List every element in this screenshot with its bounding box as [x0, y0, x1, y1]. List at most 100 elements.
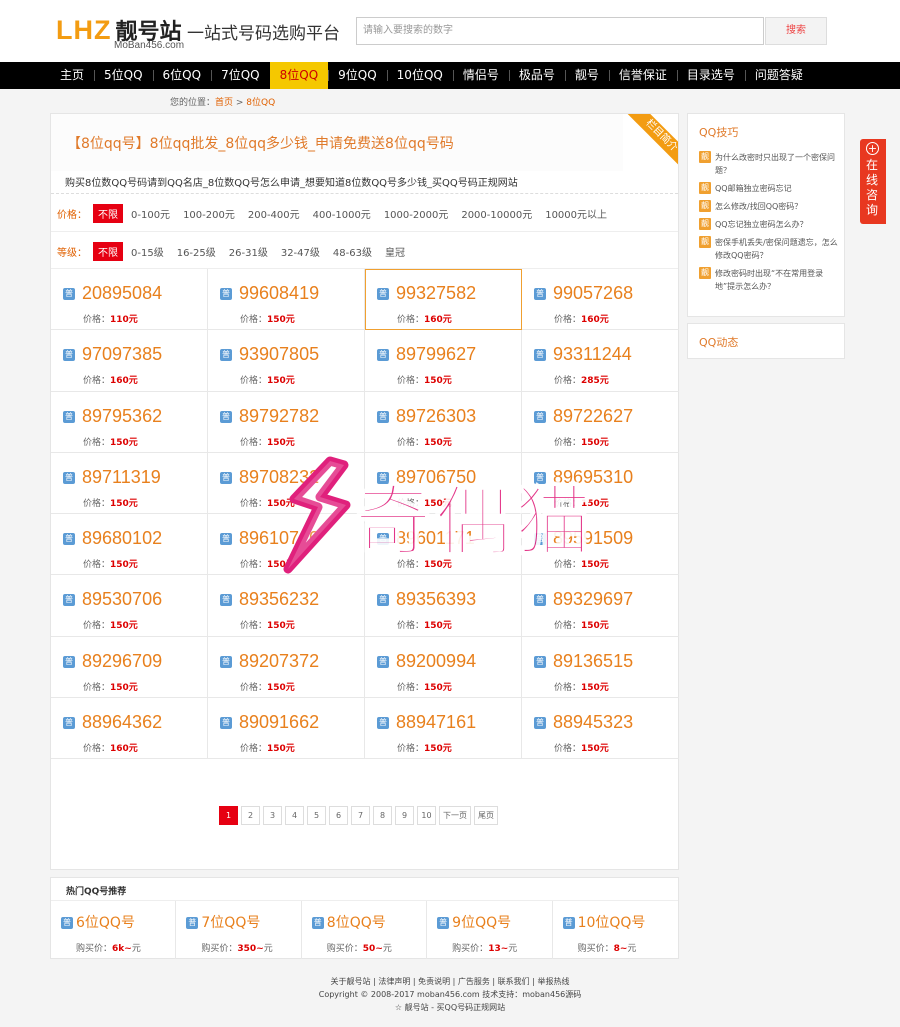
qq-number[interactable]: 89329697 [553, 589, 633, 610]
qq-number[interactable]: 89792782 [239, 406, 319, 427]
site-logo[interactable]: LHZ 靓号站 MoBan456.com [56, 14, 184, 51]
number-card[interactable]: 普 89356232 价格：150元 [208, 575, 365, 637]
number-card[interactable]: 普 89091662 价格：150元 [208, 698, 365, 760]
page-link[interactable]: 8 [373, 806, 392, 825]
qq-number[interactable]: 89711319 [82, 467, 161, 488]
number-card[interactable]: 普 89329697 价格：150元 [522, 575, 679, 637]
qq-number[interactable]: 89610710 [239, 528, 319, 549]
page-link[interactable]: 9 [395, 806, 414, 825]
number-card[interactable]: 普 99608419 价格：150元 [208, 269, 365, 331]
level-filter-option[interactable]: 48-63级 [328, 242, 377, 261]
number-card[interactable]: 普 99057268 价格：160元 [522, 269, 679, 331]
breadcrumb-home[interactable]: 首页 [215, 98, 233, 108]
hot-item-name[interactable]: 7位QQ号 [201, 912, 260, 932]
level-filter-option[interactable]: 16-25级 [172, 242, 221, 261]
tip-item[interactable]: 靓修改密码时出现“不在常用登录地”提示怎么办？ [699, 267, 839, 293]
qq-number[interactable]: 93311244 [553, 344, 632, 365]
tip-item[interactable]: 靓 QQ邮箱独立密码忘记 [699, 182, 839, 195]
hot-item-name[interactable]: 9位QQ号 [452, 912, 511, 932]
hot-recommend-item[interactable]: 普 9位QQ号 购买价：13~元 [427, 901, 553, 959]
qq-number[interactable]: 99327582 [396, 283, 476, 304]
qq-number[interactable]: 88964362 [82, 712, 162, 733]
level-filter-option[interactable]: 32-47级 [276, 242, 325, 261]
qq-number[interactable]: 97097385 [82, 344, 162, 365]
number-card[interactable]: 普 89726303 价格：150元 [365, 391, 522, 453]
qq-number[interactable]: 89795362 [82, 406, 162, 427]
nav-item[interactable]: 问题答疑 [744, 62, 813, 89]
search-input[interactable]: 请输入要搜索的数字 [356, 17, 764, 45]
hot-item-name[interactable]: 10位QQ号 [578, 912, 646, 932]
page-link[interactable]: 10 [417, 806, 436, 825]
number-card[interactable]: 普 89136515 价格：150元 [522, 637, 679, 699]
qq-number[interactable]: 89591509 [553, 528, 633, 549]
nav-item[interactable]: 信誉保证 [608, 62, 677, 89]
page-link[interactable]: 下一页 [439, 806, 471, 825]
number-card[interactable]: 普 89722627 价格：150元 [522, 392, 679, 453]
number-card[interactable]: 普 89680102 价格：150元 [51, 514, 208, 576]
qq-number[interactable]: 88947161 [396, 712, 476, 733]
qq-number[interactable]: 89091662 [239, 712, 319, 733]
nav-item[interactable]: 靓号 [564, 62, 609, 89]
qq-number[interactable]: 99057268 [553, 283, 633, 304]
hot-recommend-item[interactable]: 普 10位QQ号 购买价：8~元 [553, 901, 678, 959]
price-filter-option[interactable]: 2000-10000元 [456, 204, 537, 223]
tip-link[interactable]: 怎么修改/找回QQ密码？ [715, 200, 802, 213]
number-card[interactable]: 普 93907805 价格：150元 [208, 330, 365, 392]
page-link[interactable]: 5 [307, 806, 326, 825]
nav-item[interactable]: 主页 [50, 62, 94, 89]
number-card[interactable]: 普 89356393 价格：150元 [365, 575, 522, 637]
number-card[interactable]: 普 20895084 价格：110元 [51, 269, 208, 331]
qq-number[interactable]: 89601171 [396, 528, 475, 549]
qq-number[interactable]: 89799627 [396, 344, 476, 365]
number-card[interactable]: 普 89207372 价格：150元 [208, 636, 365, 699]
qq-number[interactable]: 93907805 [239, 344, 319, 365]
page-link[interactable]: 尾页 [474, 806, 498, 825]
page-link[interactable]: 4 [285, 806, 304, 825]
qq-number[interactable]: 89726303 [396, 406, 476, 427]
price-filter-option[interactable]: 400-1000元 [308, 204, 376, 223]
number-card[interactable]: 普 88947161 价格：150元 [365, 698, 522, 760]
nav-item[interactable]: 6位QQ [152, 62, 212, 89]
tip-link[interactable]: QQ忘记独立密码怎么办？ [715, 218, 808, 231]
number-card[interactable]: 普 89610710 价格：150元 [208, 514, 365, 576]
number-card[interactable]: 普 89200994 价格：150元 [365, 636, 522, 699]
qq-number[interactable]: 20895084 [82, 283, 162, 304]
page-link[interactable]: 7 [351, 806, 370, 825]
tip-link[interactable]: 为什么改密时只出现了一个密保问题？ [715, 151, 839, 177]
hot-recommend-item[interactable]: 普 6位QQ号 购买价：6k~元 [51, 901, 177, 959]
number-card[interactable]: 普 97097385 价格：160元 [51, 330, 208, 392]
page-link[interactable]: 6 [329, 806, 348, 825]
price-filter-option[interactable]: 200-400元 [243, 204, 305, 223]
qq-number[interactable]: 89136515 [553, 651, 633, 672]
nav-item[interactable]: 9位QQ [328, 62, 387, 89]
price-filter-option[interactable]: 不限 [93, 204, 123, 223]
hot-recommend-item[interactable]: 普 8位QQ号 购买价：50~元 [302, 901, 428, 959]
number-card[interactable]: 普 88945323 价格：150元 [522, 698, 679, 760]
tip-link[interactable]: 密保手机丢失/密保问题遗忘，怎么修改QQ密码？ [715, 236, 839, 262]
hot-item-name[interactable]: 6位QQ号 [76, 912, 135, 932]
qq-number[interactable]: 89706750 [396, 467, 476, 488]
number-card[interactable]: 普 88964362 价格：160元 [51, 698, 208, 760]
number-card[interactable]: 普 89711319 价格：150元 [51, 452, 208, 515]
price-filter-option[interactable]: 1000-2000元 [379, 204, 454, 223]
page-link[interactable]: 2 [241, 806, 260, 825]
price-filter-option[interactable]: 0-100元 [126, 204, 175, 223]
number-card[interactable]: 普 99327582 价格：160元 [365, 269, 522, 331]
qq-number[interactable]: 88945323 [553, 712, 633, 733]
nav-item[interactable]: 极品号 [508, 62, 565, 89]
number-card[interactable]: 普 89695310 价格：150元 [522, 453, 679, 515]
qq-number[interactable]: 89207372 [239, 651, 319, 672]
qq-number[interactable]: 89200994 [396, 651, 476, 672]
nav-item[interactable]: 8位QQ [269, 62, 329, 89]
level-filter-option[interactable]: 0-15级 [126, 242, 169, 261]
number-card[interactable]: 普 89591509 价格：150元 [522, 514, 679, 576]
number-card[interactable]: 普 89706750 价格：150元 [365, 452, 522, 515]
qq-number[interactable]: 89680102 [82, 528, 162, 549]
number-card[interactable]: 普 89792782 价格：150元 [208, 391, 365, 453]
qq-number[interactable]: 89708232 [239, 467, 319, 488]
nav-item[interactable]: 5位QQ [94, 62, 153, 89]
nav-item[interactable]: 7位QQ [211, 62, 270, 89]
number-card[interactable]: 普 89799627 价格：150元 [365, 330, 522, 392]
search-button[interactable]: 搜索 [765, 17, 827, 45]
tip-item[interactable]: 靓 QQ忘记独立密码怎么办？ [699, 218, 839, 231]
